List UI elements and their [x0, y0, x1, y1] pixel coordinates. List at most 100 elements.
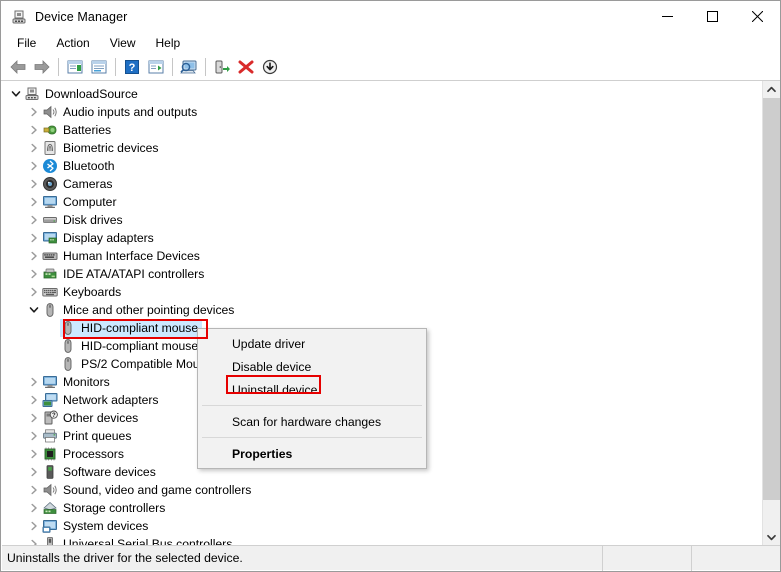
context-menu-item-label: Disable device [232, 359, 312, 374]
menu-bar: File Action View Help [1, 32, 780, 54]
scrollbar-thumb[interactable] [763, 98, 780, 500]
toolbar-separator [205, 58, 206, 76]
chevron-right-icon[interactable] [26, 463, 42, 481]
tree-item-content[interactable]: HID-compliant mouse [60, 337, 202, 355]
chevron-right-icon[interactable] [26, 211, 42, 229]
chevron-right-icon[interactable] [26, 283, 42, 301]
maximize-button[interactable] [690, 1, 735, 32]
tree-item-batteries[interactable]: Batteries [2, 121, 763, 139]
tree-item-biometric-devices[interactable]: Biometric devices [2, 139, 763, 157]
tree-item-content[interactable]: Computer [42, 193, 121, 211]
tree-item-audio-inputs-and-outputs[interactable]: Audio inputs and outputs [2, 103, 763, 121]
context-menu-item-label: Properties [232, 446, 293, 461]
mouse-icon [60, 338, 76, 354]
device-tree-pane[interactable]: DownloadSource Audio inputs and outputs Ba… [2, 81, 764, 546]
chevron-right-icon[interactable] [26, 175, 42, 193]
tree-item-content[interactable]: DownloadSource [24, 85, 142, 103]
tree-item-content[interactable]: Print queues [42, 427, 135, 445]
context-menu[interactable]: Update driver Disable device Uninstall dev… [197, 328, 427, 469]
tree-item-content[interactable]: Display adapters [42, 229, 158, 247]
menu-action[interactable]: Action [46, 34, 99, 52]
tree-item-content[interactable]: Audio inputs and outputs [42, 103, 201, 121]
chevron-right-icon[interactable] [26, 103, 42, 121]
context-menu-item-scan-for-hardware-changes[interactable]: Scan for hardware changes [198, 410, 426, 433]
forward-icon[interactable] [30, 56, 54, 79]
minimize-button[interactable] [645, 1, 690, 32]
close-button[interactable] [735, 1, 780, 32]
tree-item-content[interactable]: Software devices [42, 463, 160, 481]
tree-item-storage-controllers[interactable]: Storage controllers [2, 499, 763, 517]
tree-item-display-adapters[interactable]: Display adapters [2, 229, 763, 247]
tree-item-keyboards[interactable]: Keyboards [2, 283, 763, 301]
tree-item-content[interactable]: Mice and other pointing devices [42, 301, 238, 319]
tree-item-content[interactable]: Storage controllers [42, 499, 169, 517]
disable-device-icon[interactable] [258, 56, 282, 79]
chevron-right-icon[interactable] [26, 391, 42, 409]
chevron-right-icon[interactable] [26, 157, 42, 175]
tree-item-content[interactable]: Keyboards [42, 283, 125, 301]
tree-item-content[interactable]: Sound, video and game controllers [42, 481, 255, 499]
uninstall-device-icon[interactable] [234, 56, 258, 79]
tree-item-system-devices[interactable]: System devices [2, 517, 763, 535]
chevron-right-icon[interactable] [26, 499, 42, 517]
tree-item-human-interface-devices[interactable]: Human Interface Devices [2, 247, 763, 265]
menu-view[interactable]: View [100, 34, 146, 52]
scrollbar-track[interactable] [763, 98, 780, 529]
scroll-up-button[interactable] [763, 81, 780, 98]
chevron-right-icon[interactable] [26, 427, 42, 445]
show-hide-console-tree-icon[interactable] [63, 56, 87, 79]
tree-item-content[interactable]: HID-compliant mouse [60, 319, 203, 337]
tree-item-ide-ata-atapi-controllers[interactable]: IDE ATA/ATAPI controllers [2, 265, 763, 283]
tree-item-computer[interactable]: Computer [2, 193, 763, 211]
tree-item-content[interactable]: Processors [42, 445, 128, 463]
vertical-scrollbar[interactable] [762, 81, 780, 546]
tree-item-content[interactable]: Biometric devices [42, 139, 163, 157]
tree-item-content[interactable]: Monitors [42, 373, 114, 391]
chevron-right-icon[interactable] [26, 481, 42, 499]
chevron-right-icon[interactable] [26, 121, 42, 139]
tree-item-content[interactable]: IDE ATA/ATAPI controllers [42, 265, 208, 283]
context-menu-item-properties[interactable]: Properties [198, 442, 426, 465]
context-menu-item-disable-device[interactable]: Disable device [198, 355, 426, 378]
back-icon[interactable] [6, 56, 30, 79]
tree-item-disk-drives[interactable]: Disk drives [2, 211, 763, 229]
properties-icon[interactable] [87, 56, 111, 79]
tree-item-content[interactable]: PS/2 Compatible Mouse [60, 355, 216, 373]
menu-help[interactable]: Help [146, 34, 191, 52]
chevron-right-icon[interactable] [26, 265, 42, 283]
tree-item-content[interactable]: Disk drives [42, 211, 127, 229]
help-icon[interactable]: ? [120, 56, 144, 79]
menu-file[interactable]: File [7, 34, 46, 52]
tree-item-content[interactable]: ? Other devices [42, 409, 142, 427]
tree-item-sound-video-and-game-controllers[interactable]: Sound, video and game controllers [2, 481, 763, 499]
tree-item-downloadsource[interactable]: DownloadSource [2, 85, 763, 103]
action-icon[interactable] [144, 56, 168, 79]
chevron-right-icon[interactable] [26, 247, 42, 265]
chevron-down-icon[interactable] [26, 301, 42, 319]
tree-item-bluetooth[interactable]: Bluetooth [2, 157, 763, 175]
tree-item-content[interactable]: Human Interface Devices [42, 247, 204, 265]
chevron-right-icon[interactable] [26, 229, 42, 247]
scroll-down-button[interactable] [763, 529, 780, 546]
tree-item-content[interactable]: Batteries [42, 121, 115, 139]
context-menu-item-uninstall-device[interactable]: Uninstall device [198, 378, 426, 401]
chevron-right-icon[interactable] [26, 445, 42, 463]
tree-item-cameras[interactable]: Cameras [2, 175, 763, 193]
chevron-down-icon[interactable] [8, 85, 24, 103]
tree-item-mice-and-other-pointing-devices[interactable]: Mice and other pointing devices [2, 301, 763, 319]
chevron-right-icon[interactable] [26, 193, 42, 211]
printer-icon [42, 428, 58, 444]
chevron-right-icon[interactable] [26, 409, 42, 427]
tree-item-content[interactable]: System devices [42, 517, 152, 535]
update-driver-icon[interactable] [210, 56, 234, 79]
chevron-right-icon[interactable] [26, 139, 42, 157]
tree-item-label: DownloadSource [45, 87, 138, 101]
tree-item-content[interactable]: Bluetooth [42, 157, 119, 175]
scan-hardware-changes-icon[interactable] [177, 56, 201, 79]
chevron-right-icon[interactable] [26, 373, 42, 391]
tree-item-content[interactable]: Cameras [42, 175, 116, 193]
chevron-right-icon[interactable] [26, 517, 42, 535]
svg-text:?: ? [129, 62, 136, 74]
tree-item-content[interactable]: Network adapters [42, 391, 163, 409]
context-menu-item-update-driver[interactable]: Update driver [198, 332, 426, 355]
